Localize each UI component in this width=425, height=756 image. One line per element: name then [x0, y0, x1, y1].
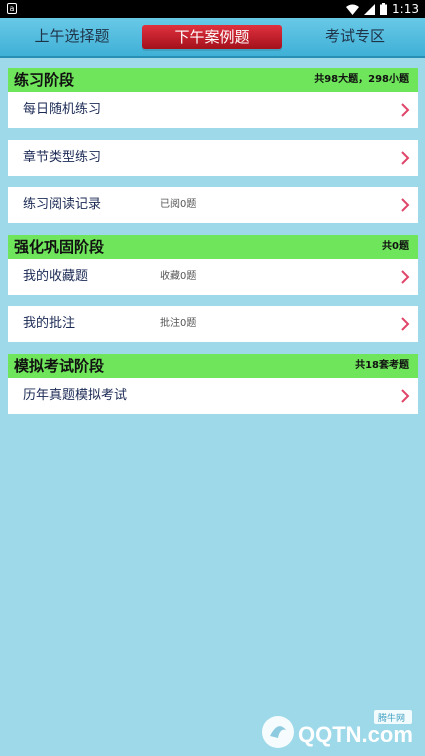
section-reinforce-header: 强化巩固阶段 共0题 [8, 235, 418, 259]
list-item-my-favorites[interactable]: 我的收藏题 收藏0题 [8, 259, 418, 295]
chevron-right-icon [401, 389, 410, 403]
list-item-past-exam-mock[interactable]: 历年真题模拟考试 [8, 378, 418, 414]
tab-exam-zone[interactable]: 考试专区 [296, 18, 414, 56]
list-item-chapter-practice[interactable]: 章节类型练习 [8, 140, 418, 176]
clock: 1:13 [392, 2, 419, 16]
section-summary: 共0题 [382, 241, 409, 252]
status-icons: 1:13 [346, 1, 419, 17]
section-summary: 共98大题，298小题 [314, 74, 409, 85]
list-item-label: 章节类型练习 [23, 150, 102, 165]
list-item-daily-random-practice[interactable]: 每日随机练习 [8, 92, 418, 128]
section-title: 练习阶段 [14, 71, 75, 89]
list-item-reading-record[interactable]: 练习阅读记录 已阅0题 [8, 187, 418, 223]
watermark-tag: 腾牛网 [378, 712, 405, 724]
wifi-icon [346, 4, 360, 15]
chevron-right-icon [401, 270, 410, 284]
list-item-label: 练习阅读记录 [23, 197, 102, 212]
qqtn-watermark-logo: QQTN.com 腾牛网 [262, 710, 413, 748]
section-summary: 共18套考题 [355, 360, 409, 371]
section-title: 模拟考试阶段 [14, 357, 105, 375]
list-item-count: 收藏0题 [160, 271, 197, 282]
list-item-my-annotations[interactable]: 我的批注 批注0题 [8, 306, 418, 342]
app-notification-icon: a [7, 3, 17, 14]
list-item-count: 批注0题 [160, 318, 197, 329]
signal-icon [364, 3, 376, 15]
tab-morning-choice[interactable]: 上午选择题 [12, 18, 132, 56]
list-item-label: 每日随机练习 [23, 102, 102, 117]
list-item-count: 已阅0题 [160, 199, 197, 210]
section-title: 强化巩固阶段 [14, 238, 105, 256]
watermark-brand: QQTN.com [298, 722, 413, 747]
section-practice-header: 练习阶段 共98大题，298小题 [8, 68, 418, 92]
chevron-right-icon [401, 198, 410, 212]
list-item-label: 我的批注 [23, 316, 76, 331]
tab-afternoon-case[interactable]: 下午案例题 [142, 25, 282, 49]
status-bar: a 1:13 [0, 0, 425, 18]
chevron-right-icon [401, 317, 410, 331]
list-item-label: 我的收藏题 [23, 269, 89, 284]
chevron-right-icon [401, 103, 410, 117]
battery-icon [380, 3, 388, 15]
list-item-label: 历年真题模拟考试 [23, 388, 128, 403]
tab-bar: 上午选择题 下午案例题 考试专区 [0, 18, 425, 58]
chevron-right-icon [401, 151, 410, 165]
section-mock-exam-header: 模拟考试阶段 共18套考题 [8, 354, 418, 378]
